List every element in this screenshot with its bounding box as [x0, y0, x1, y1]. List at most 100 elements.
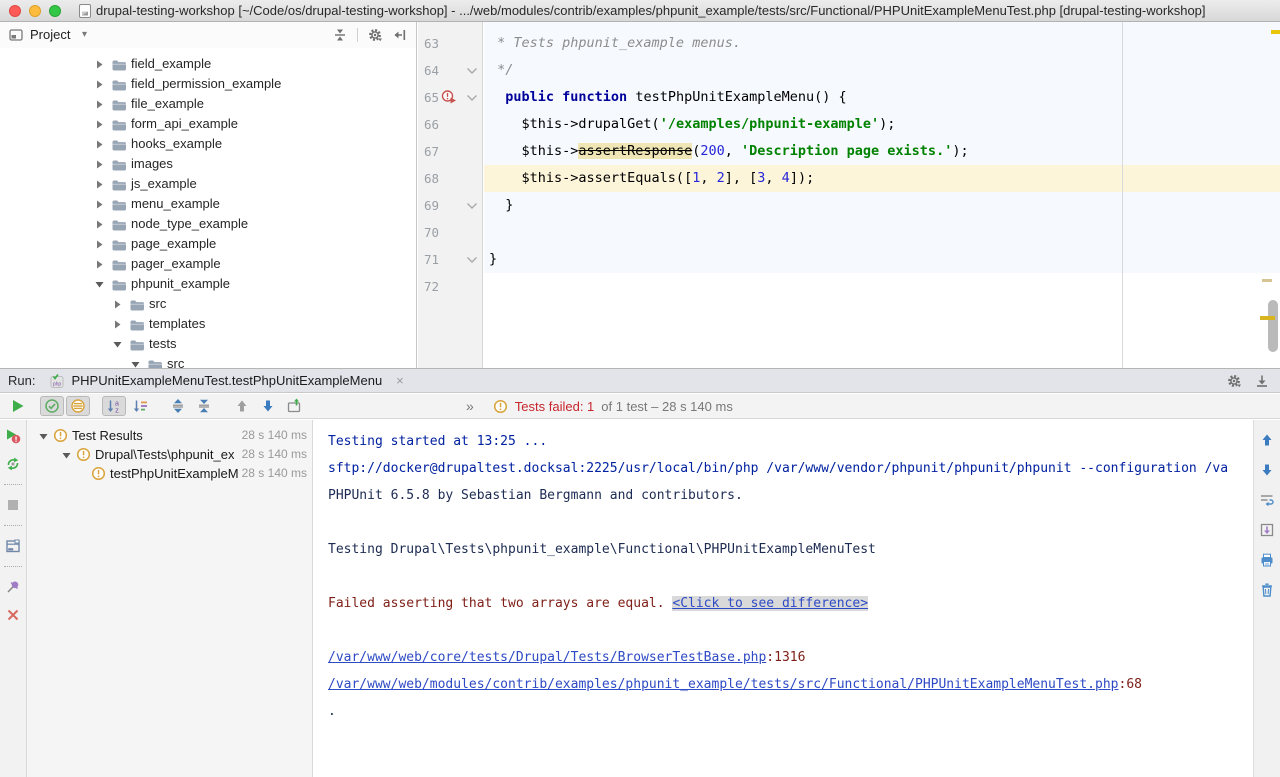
line-number[interactable]: 71	[424, 246, 439, 273]
chevron-right-icon[interactable]	[94, 79, 105, 90]
zoom-traffic-light-icon[interactable]	[49, 5, 61, 17]
show-passed-icon-button[interactable]	[40, 396, 64, 416]
code-line-67[interactable]: $this->assertResponse(200, 'Description …	[489, 138, 1280, 165]
console-hyperlink[interactable]: <Click to see difference>	[672, 596, 868, 611]
import-test-results-icon-button[interactable]	[282, 396, 306, 416]
project-tree-item-images[interactable]: images	[0, 154, 416, 174]
fold-chevron-icon[interactable]	[466, 67, 478, 75]
project-panel-title[interactable]: Project	[30, 22, 70, 48]
code-line-64[interactable]: */	[489, 57, 1280, 84]
test-console[interactable]: Testing started at 13:25 ...sftp://docke…	[314, 420, 1280, 777]
chevron-right-icon[interactable]	[94, 259, 105, 270]
gear-icon[interactable]	[367, 27, 383, 43]
project-tree-item-field_example[interactable]: field_example	[0, 54, 416, 74]
test-failed-gutter-icon[interactable]	[441, 89, 459, 105]
collapse-all-icon-button[interactable]	[192, 396, 216, 416]
project-tree-item-hooks_example[interactable]: hooks_example	[0, 134, 416, 154]
code-line-70[interactable]	[489, 219, 1280, 246]
line-number[interactable]: 66	[424, 111, 439, 138]
line-number[interactable]: 67	[424, 138, 439, 165]
chevron-right-icon[interactable]	[94, 139, 105, 150]
editor-scrollbar-thumb[interactable]	[1268, 300, 1278, 352]
more-toolbar-actions-icon[interactable]: »	[466, 398, 473, 414]
chevron-right-icon[interactable]	[94, 59, 105, 70]
soft-wrap-icon[interactable]	[1259, 492, 1275, 508]
console-hyperlink[interactable]: /var/www/web/core/tests/Drupal/Tests/Bro…	[328, 650, 766, 665]
close-traffic-light-icon[interactable]	[9, 5, 21, 17]
document-proxy-icon[interactable]	[77, 3, 93, 19]
warning-stripe-mark[interactable]	[1260, 316, 1275, 320]
hide-panel-down-icon[interactable]	[1254, 373, 1270, 389]
project-tree-item-node_type_example[interactable]: node_type_example	[0, 214, 416, 234]
chevron-right-icon[interactable]	[94, 239, 105, 250]
test-tree-item[interactable]: testPhpUnitExampleM28 s 140 ms	[27, 464, 312, 483]
project-tool-window-icon[interactable]	[8, 27, 24, 43]
sort-alphabetically-icon-button[interactable]: az	[102, 396, 126, 416]
project-tree-item-pager_example[interactable]: pager_example	[0, 254, 416, 274]
code-line-63[interactable]: * Tests phpunit_example menus.	[489, 30, 1280, 57]
chevron-down-icon[interactable]	[112, 339, 123, 350]
clear-all-icon[interactable]	[1259, 582, 1275, 598]
run-configuration-tab[interactable]: php PHPUnitExampleMenuTest.testPhpUnitEx…	[49, 373, 403, 389]
console-hyperlink[interactable]: /var/www/web/modules/contrib/examples/ph…	[328, 677, 1119, 692]
prev-occurrence-icon[interactable]	[1259, 432, 1275, 448]
code-line-68[interactable]: $this->assertEquals([1, 2], [3, 4]);	[489, 165, 1280, 192]
line-number[interactable]: 63	[424, 30, 439, 57]
project-tree-item-field_permission_example[interactable]: field_permission_example	[0, 74, 416, 94]
test-tree-item[interactable]: Test Results28 s 140 ms	[27, 426, 312, 445]
next-occurrence-icon[interactable]	[1259, 462, 1275, 478]
code-line-65[interactable]: public function testPhpUnitExampleMenu()…	[489, 84, 1280, 111]
test-tree-item[interactable]: Drupal\Tests\phpunit_ex28 s 140 ms	[27, 445, 312, 464]
project-tree-item-form_api_example[interactable]: form_api_example	[0, 114, 416, 134]
chevron-down-icon[interactable]	[94, 279, 105, 290]
line-number[interactable]: 68	[424, 165, 439, 192]
hide-panel-icon[interactable]	[392, 27, 408, 43]
code-line-69[interactable]: }	[489, 192, 1280, 219]
line-number[interactable]: 69	[424, 192, 439, 219]
chevron-right-icon[interactable]	[112, 299, 123, 310]
rerun-tests-icon-button[interactable]	[6, 396, 30, 416]
line-number[interactable]: 65	[424, 84, 439, 111]
project-tree-item-src[interactable]: src	[0, 294, 416, 314]
code-line-71[interactable]: }	[489, 246, 1280, 273]
restore-layout-icon[interactable]	[5, 538, 21, 554]
code-line-66[interactable]: $this->drupalGet('/examples/phpunit-exam…	[489, 111, 1280, 138]
project-tree-item-js_example[interactable]: js_example	[0, 174, 416, 194]
project-tree-item-templates[interactable]: templates	[0, 314, 416, 334]
line-number[interactable]: 64	[424, 57, 439, 84]
chevron-right-icon[interactable]	[112, 319, 123, 330]
stop-icon[interactable]	[5, 497, 21, 513]
code-line-72[interactable]	[489, 273, 1280, 300]
line-number[interactable]: 72	[424, 273, 439, 300]
inspection-stripe-mark[interactable]	[1271, 30, 1280, 34]
chevron-right-icon[interactable]	[94, 219, 105, 230]
editor-code-area[interactable]: * Tests phpunit_example menus. */ public…	[484, 22, 1280, 368]
toggle-auto-test-icon[interactable]	[5, 456, 21, 472]
fold-chevron-icon[interactable]	[466, 256, 478, 264]
project-tree-item-menu_example[interactable]: menu_example	[0, 194, 416, 214]
expand-all-icon-button[interactable]	[166, 396, 190, 416]
chevron-right-icon[interactable]	[94, 99, 105, 110]
minimize-traffic-light-icon[interactable]	[29, 5, 41, 17]
previous-failed-test-icon-button[interactable]	[230, 396, 254, 416]
close-tab-icon[interactable]: ×	[396, 374, 404, 387]
rerun-failed-tests-icon[interactable]	[5, 428, 21, 444]
sort-by-duration-icon-button[interactable]	[128, 396, 152, 416]
pin-tab-icon[interactable]	[5, 579, 21, 595]
project-tree-item-file_example[interactable]: file_example	[0, 94, 416, 114]
close-icon[interactable]	[5, 607, 21, 623]
chevron-down-icon[interactable]	[38, 431, 49, 442]
chevron-right-icon[interactable]	[94, 199, 105, 210]
project-tree-item-phpunit_example[interactable]: phpunit_example	[0, 274, 416, 294]
panel-collapse-icon[interactable]	[332, 27, 348, 43]
chevron-right-icon[interactable]	[94, 159, 105, 170]
next-failed-test-icon-button[interactable]	[256, 396, 280, 416]
gear-icon[interactable]	[1226, 373, 1242, 389]
print-icon[interactable]	[1259, 552, 1275, 568]
chevron-right-icon[interactable]	[94, 179, 105, 190]
chevron-right-icon[interactable]	[94, 119, 105, 130]
fold-chevron-icon[interactable]	[466, 94, 478, 102]
show-ignored-icon-button[interactable]	[66, 396, 90, 416]
chevron-down-icon[interactable]	[61, 450, 72, 461]
fold-chevron-icon[interactable]	[466, 202, 478, 210]
